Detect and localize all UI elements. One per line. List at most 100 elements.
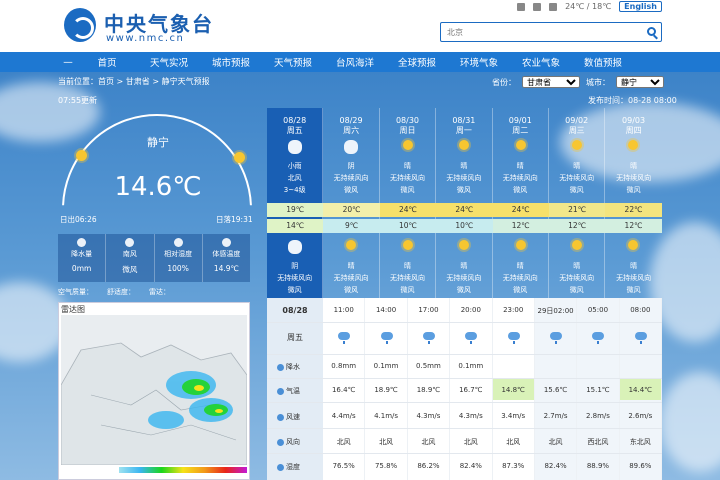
night-wind: 无持续风向 xyxy=(333,274,369,282)
update-time: 07:55更新 xyxy=(58,96,98,105)
hourly-wind-speed: 4.3m/s xyxy=(458,412,483,420)
hourly-wind-speed: 3.4m/s xyxy=(501,412,526,420)
sun-icon xyxy=(515,240,526,250)
metric-label: 相对湿度 xyxy=(164,250,193,258)
wechat-icon[interactable] xyxy=(533,2,542,11)
radar-map[interactable] xyxy=(61,315,247,465)
city-label: 城市： xyxy=(586,77,610,87)
air-quality-label[interactable]: 空气质量： xyxy=(58,287,93,297)
search-icon[interactable] xyxy=(647,27,656,36)
night-level: 微风 xyxy=(626,286,641,294)
radar-label[interactable]: 雷达： xyxy=(149,287,170,297)
low-temp: 10℃ xyxy=(436,219,493,233)
metric-humidity: 相对湿度 100% xyxy=(155,234,203,282)
day-level: 微风 xyxy=(400,186,415,194)
day-level: 微风 xyxy=(626,186,641,194)
nav-item-agriculture[interactable]: 农业气象 xyxy=(510,55,572,69)
sun-icon xyxy=(459,240,470,250)
location-icon[interactable] xyxy=(517,2,526,11)
hourly-precip: 0.5mm xyxy=(416,362,441,370)
nav-item-home[interactable]: 首页 xyxy=(76,55,138,69)
cloud-icon xyxy=(344,140,359,154)
low-temp-row: 14℃ 9℃ 10℃ 10℃ 12℃ 12℃ 12℃ xyxy=(267,219,662,233)
day-level: 微风 xyxy=(344,186,359,194)
hourly-humidity: 82.4% xyxy=(459,462,482,470)
hourly-precip: 0.1mm xyxy=(373,362,399,370)
night-desc: 晴 xyxy=(573,262,581,270)
hourly-wind-speed: 4.3m/s xyxy=(416,412,441,420)
nav-menu-toggle[interactable]: — xyxy=(60,57,76,68)
day-date: 08/30 xyxy=(395,116,420,125)
search-input[interactable] xyxy=(441,23,637,41)
humidity-icon xyxy=(173,238,183,247)
hourly-temp: 18.9℃ xyxy=(416,386,441,394)
day-week: 周一 xyxy=(455,126,472,135)
wind-direction-icon xyxy=(277,438,284,446)
site-url-text: www.nmc.cn xyxy=(106,33,185,44)
nav-item-global[interactable]: 全球预报 xyxy=(386,55,448,69)
day-week: 周日 xyxy=(399,126,416,135)
current-weather-panel: 静宁 14.6℃ 日出06:26 日落19:31 xyxy=(58,108,258,232)
row-label-humidity: 湿度 xyxy=(277,462,323,472)
hourly-wind-speed: 2.6m/s xyxy=(628,412,653,420)
mobile-icon[interactable] xyxy=(549,2,558,11)
hourly-wind-speed: 2.7m/s xyxy=(543,412,568,420)
hourly-forecast-table: 08/28 周五 降水 气温 风速 风向 湿度 11:00 0.8mm 16.4℃ 4… xyxy=(267,298,662,480)
hourly-weekday: 周五 xyxy=(287,333,303,342)
rain-cloud-icon xyxy=(380,332,393,344)
day-date: 08/28 xyxy=(283,116,307,125)
day-week: 周三 xyxy=(568,126,585,135)
nav-item-typhoon[interactable]: 台风海洋 xyxy=(324,55,386,69)
breadcrumb[interactable]: 当前位置：首页 > 甘肃省 > 静宁天气预报 xyxy=(58,76,210,87)
sun-icon xyxy=(76,150,87,161)
row-label-precip: 降水 xyxy=(277,362,323,372)
wind-icon xyxy=(125,238,135,247)
metric-value: 14.9℃ xyxy=(213,264,239,273)
hourly-time: 17:00 xyxy=(418,306,439,314)
hourly-wind-dir: 东北风 xyxy=(629,438,651,446)
night-wind: 无持续风向 xyxy=(502,274,538,282)
hourly-wind-dir: 北风 xyxy=(421,438,436,446)
rain-icon xyxy=(77,238,87,247)
night-desc: 阴 xyxy=(291,262,299,270)
rain-cloud-icon xyxy=(338,332,351,344)
hourly-precip: 0.1mm xyxy=(458,362,484,370)
city-select[interactable]: 静宁 xyxy=(616,76,664,88)
nav-item-observation[interactable]: 天气实况 xyxy=(138,55,200,69)
metric-value: 微风 xyxy=(122,265,138,274)
metric-precipitation: 降水量 0mm xyxy=(58,234,107,282)
hourly-temp: 15.6℃ xyxy=(543,386,568,394)
metric-label: 降水量 xyxy=(71,250,93,258)
nmc-logo-emblem[interactable] xyxy=(64,8,96,42)
nav-item-nwp[interactable]: 数值预报 xyxy=(572,55,634,69)
nav-item-weather-forecast[interactable]: 天气预报 xyxy=(262,55,324,69)
nav-item-environment[interactable]: 环境气象 xyxy=(448,55,510,69)
day-level: 3~4级 xyxy=(283,186,306,194)
nav-item-city-forecast[interactable]: 城市预报 xyxy=(200,55,262,69)
low-temp: 12℃ xyxy=(492,219,549,233)
sunrise-time: 日出06:26 xyxy=(60,215,97,224)
rain-cloud-icon xyxy=(507,332,520,344)
day-date: 08/31 xyxy=(452,116,476,125)
night-level: 微风 xyxy=(569,286,584,294)
night-desc: 晴 xyxy=(516,262,524,270)
day-wind: 无持续风向 xyxy=(559,174,595,182)
sun-icon xyxy=(628,140,639,150)
hourly-humidity: 82.4% xyxy=(544,462,567,470)
rain-cloud-icon xyxy=(465,332,478,344)
hourly-wind-speed: 2.8m/s xyxy=(585,412,610,420)
high-temp: 21℃ xyxy=(548,203,606,217)
radar-map-image xyxy=(61,342,247,465)
row-label-temp: 气温 xyxy=(277,386,323,396)
location-selector: 省份： 甘肃省 城市： 静宁 xyxy=(492,76,664,88)
english-link[interactable]: English xyxy=(619,1,662,12)
night-wind: 无持续风向 xyxy=(559,274,595,282)
cloud-icon xyxy=(288,240,302,254)
province-select[interactable]: 甘肃省 xyxy=(522,76,580,88)
radar-title: 雷达图 xyxy=(61,305,85,314)
comfort-label[interactable]: 舒适度： xyxy=(107,287,135,297)
high-temp: 24℃ xyxy=(492,203,549,217)
hourly-temp: 18.9℃ xyxy=(374,386,398,394)
row-label-wind-dir: 风向 xyxy=(277,437,323,447)
sun-icon xyxy=(459,140,470,150)
